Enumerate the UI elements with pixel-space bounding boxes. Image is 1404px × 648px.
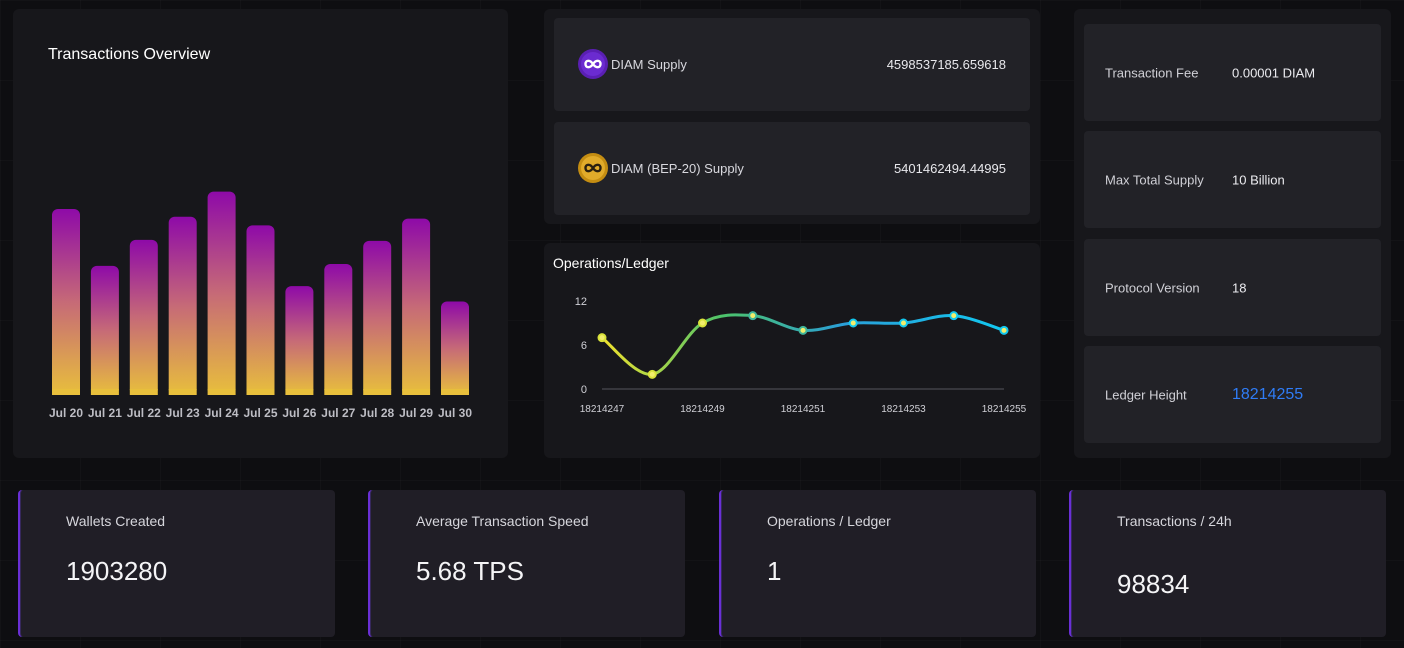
transactions-24h-label: Transactions / 24h [1117,513,1232,529]
bar-base-7 [324,389,353,395]
diam-bep20-supply-value: 5401462494.44995 [893,161,1006,176]
avg-transaction-speed-value: 5.68 TPS [416,556,524,586]
diam-bep20-supply-card: DIAM (BEP-20) Supply 5401462494.44995 [554,122,1030,215]
ledger-height-card: Ledger Height 18214255 [1084,346,1381,443]
x-tick-label-18214247: 18214247 [580,404,625,415]
bar-base-6 [285,389,314,395]
bar-9[interactable] [402,218,431,395]
max-total-supply-label: Max Total Supply [1105,172,1204,187]
max-total-supply-value: 10 Billion [1232,172,1285,187]
line-point-1[interactable] [647,369,657,379]
infinity-coin-purple-icon [578,49,608,79]
bar-base-4 [207,389,236,395]
bar-category-label-6: Jul 26 [282,406,316,420]
line-point-0[interactable] [597,333,607,343]
bar-10[interactable] [441,301,469,395]
bar-7[interactable] [324,263,353,395]
transactions-bar-chart: Jul 20 Jul 21 Jul 22 Jul 23 Jul 24 Jul 25 Jul … [49,191,472,420]
operations-per-ledger-value: 1 [767,556,782,586]
max-total-supply-card: Max Total Supply 10 Billion [1084,131,1381,228]
transaction-fee-value: 0.00001 DIAM [1232,65,1316,80]
line-point-8[interactable] [999,325,1009,335]
bar-base-0 [52,389,80,395]
bar-base-1 [90,389,119,395]
wallets-created-label: Wallets Created [66,513,166,529]
operations-per-ledger-label: Operations / Ledger [767,513,891,529]
bar-category-label-1: Jul 21 [88,406,122,420]
bar-8[interactable] [363,240,392,395]
infinity-coin-gold-icon [578,153,608,183]
operations-per-ledger-stat: Operations / Ledger 1 [719,490,1036,637]
bar-base-10 [441,389,469,395]
bar-category-label-5: Jul 25 [243,406,277,420]
bar-category-label-10: Jul 30 [438,406,472,420]
operations-series-line [601,313,1005,376]
y-tick-label-12: 12 [575,296,587,308]
bar-base-8 [363,389,392,395]
line-point-3[interactable] [748,311,758,321]
bar-category-label-8: Jul 28 [360,406,394,420]
operations-ledger-panel: Operations/Ledger 0 6 12 18214247 18214249 1… [544,243,1040,458]
bar-2[interactable] [129,239,158,395]
protocol-version-value: 18 [1232,280,1247,295]
x-tick-label-18214251: 18214251 [781,404,826,415]
bar-category-label-3: Jul 23 [166,406,200,420]
bar-5[interactable] [246,225,275,395]
transactions-24h-value: 98834 [1117,569,1190,599]
bar-base-2 [129,389,158,395]
protocol-version-card: Protocol Version 18 [1084,239,1381,336]
transaction-fee-label: Transaction Fee [1105,65,1199,80]
x-tick-label-18214255: 18214255 [982,404,1027,415]
bar-category-label-2: Jul 22 [127,406,161,420]
supply-panel: DIAM Supply 4598537185.659618 DIAM (BEP-… [544,9,1040,224]
bar-base-9 [402,389,431,395]
bar-1[interactable] [90,265,119,395]
transactions-overview-panel: Transactions Overview Jul 20 Jul 21 Jul 22… [13,9,508,458]
bar-category-label-9: Jul 29 [399,406,433,420]
bar-category-label-0: Jul 20 [49,406,83,420]
x-tick-label-18214249: 18214249 [680,404,725,415]
bar-6[interactable] [285,286,314,395]
bar-category-label-4: Jul 24 [205,406,239,420]
y-tick-label-6: 6 [581,340,587,352]
transactions-24h-stat: Transactions / 24h 98834 [1069,490,1386,637]
wallets-created-stat: Wallets Created 1903280 [18,490,335,637]
operations-line-chart: 0 6 12 18214247 18214249 18214251 18214253 182… [575,296,1027,415]
x-tick-label-18214253: 18214253 [881,404,926,415]
protocol-version-label: Protocol Version [1105,280,1200,295]
line-point-7[interactable] [949,311,959,321]
ledger-height-link[interactable]: 18214255 [1232,386,1303,404]
line-point-5[interactable] [848,318,858,328]
bar-base-5 [246,389,275,395]
diam-bep20-supply-label: DIAM (BEP-20) Supply [611,161,744,176]
diam-supply-card: DIAM Supply 4598537185.659618 [554,18,1030,111]
transaction-fee-card: Transaction Fee 0.00001 DIAM [1084,24,1381,121]
diam-supply-label: DIAM Supply [611,57,687,72]
line-point-6[interactable] [899,318,908,328]
avg-transaction-speed-label: Average Transaction Speed [416,513,589,529]
network-info-panel: Transaction Fee 0.00001 DIAM Max Total S… [1074,9,1391,458]
bar-4[interactable] [207,191,236,395]
line-point-2[interactable] [698,318,707,328]
avg-transaction-speed-stat: Average Transaction Speed 5.68 TPS [368,490,685,637]
ledger-height-label: Ledger Height [1105,387,1187,402]
bar-0[interactable] [52,209,80,395]
diam-supply-value: 4598537185.659618 [886,57,1006,72]
line-point-4[interactable] [798,325,808,335]
bar-category-label-7: Jul 27 [321,406,355,420]
y-tick-label-0: 0 [581,384,587,396]
wallets-created-value: 1903280 [66,556,168,586]
bar-base-3 [168,389,197,395]
bar-3[interactable] [168,216,197,395]
